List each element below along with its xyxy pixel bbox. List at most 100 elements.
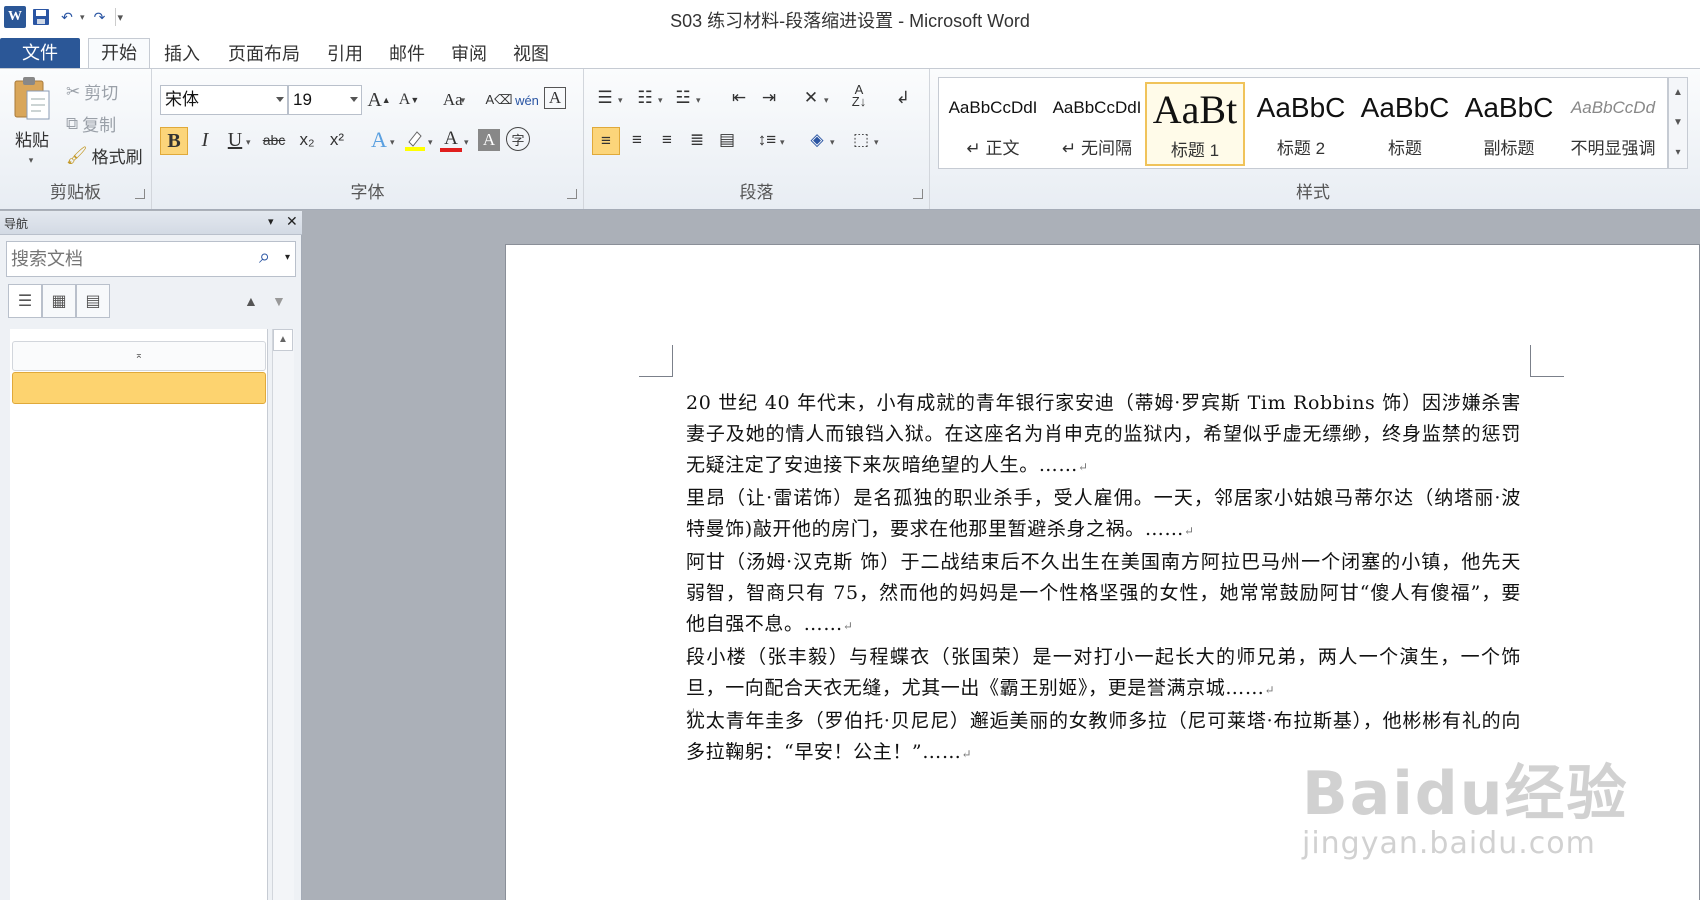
tab-page-layout[interactable]: 页面布局 (220, 40, 308, 68)
align-right-icon[interactable]: ≡ (654, 127, 680, 153)
phonetic-guide-icon[interactable]: wén (514, 87, 540, 113)
nav-pane-menu-icon[interactable]: ▾ (268, 215, 274, 228)
results-view-icon[interactable]: ▤ (76, 284, 110, 318)
font-name-combo[interactable]: 宋体 (160, 85, 288, 115)
align-center-icon[interactable]: ≡ (624, 127, 650, 153)
align-left-button[interactable]: ≡ (592, 127, 620, 155)
chinese-layout-dropdown-icon[interactable]: ▾ (824, 95, 829, 106)
cut-button[interactable]: ✂ 剪切 (66, 79, 118, 104)
clear-format-icon[interactable]: A⌫ (485, 87, 512, 113)
change-case-button[interactable]: Aa ▾ (434, 87, 474, 113)
cut-label: 剪切 (84, 84, 119, 103)
clipboard-launcher-icon[interactable] (135, 189, 145, 199)
nav-view-tabs: ☰ ▦ ▤ (8, 284, 110, 318)
gallery-more-icon[interactable]: ▾ (1669, 138, 1687, 168)
nav-document-start-item[interactable]: ⌅ (12, 341, 266, 371)
tab-insert[interactable]: 插入 (156, 40, 208, 68)
document-body[interactable]: 20 世纪 40 年代末，小有成就的青年银行家安迪（蒂姆·罗宾斯 Tim Rob… (686, 388, 1521, 770)
italic-button[interactable]: I (192, 127, 218, 153)
style-sample: AaBbCcDdI (948, 98, 1038, 117)
close-icon[interactable]: ✕ (286, 213, 298, 230)
underline-dropdown-icon[interactable]: ▾ (246, 137, 251, 148)
paragraph-text: 阿甘（汤姆·汉克斯 饰）于二战结束后不久出生在美国南方阿拉巴马州一个闭塞的小镇，… (686, 551, 1521, 635)
shading-dropdown-icon[interactable]: ▾ (830, 137, 835, 148)
tab-view[interactable]: 视图 (506, 40, 556, 68)
highlight-dropdown-icon[interactable]: ▾ (428, 137, 433, 148)
bullets-icon[interactable]: ☰ (592, 85, 618, 111)
headings-view-icon[interactable]: ☰ (8, 284, 42, 318)
text-effects-icon[interactable]: A (366, 127, 392, 153)
highlight-button[interactable] (402, 127, 428, 153)
chevron-up-icon[interactable]: ▲ (1669, 78, 1687, 108)
character-border-icon[interactable]: A (544, 87, 566, 109)
bold-button[interactable]: B (160, 127, 188, 155)
crop-mark (672, 345, 673, 377)
line-spacing-icon[interactable]: ↕≡ (754, 127, 780, 153)
underline-button[interactable]: U (222, 127, 248, 153)
tab-file[interactable]: 文件 (0, 38, 80, 68)
numbering-icon[interactable]: ☷ (632, 85, 658, 111)
styles-gallery: AaBbCcDdI ↵ 正文 AaBbCcDdI ↵ 无间隔 AaBt 标题 1… (938, 77, 1668, 169)
paste-dropdown-icon[interactable]: ▾ (6, 155, 56, 166)
tab-home[interactable]: 开始 (88, 38, 150, 68)
superscript-button[interactable]: x² (324, 127, 350, 153)
style-title[interactable]: AaBbC 标题 (1355, 82, 1455, 166)
sort-icon[interactable]: A Z↓ (846, 83, 872, 109)
decrease-indent-icon[interactable]: ⇤ (726, 85, 752, 111)
crop-mark (639, 376, 673, 377)
style-subtle-emphasis[interactable]: AaBbCcDd 不明显强调 (1563, 82, 1663, 166)
multilevel-dropdown-icon[interactable]: ▾ (696, 95, 701, 106)
font-color-dropdown-icon[interactable]: ▾ (464, 137, 469, 148)
strikethrough-button[interactable]: abc (258, 127, 290, 153)
copy-button[interactable]: ⧉ 复制 (66, 111, 116, 136)
style-normal[interactable]: AaBbCcDdI ↵ 正文 (943, 82, 1043, 166)
style-heading-2[interactable]: AaBbC 标题 2 (1251, 82, 1351, 166)
style-no-spacing[interactable]: AaBbCcDdI ↵ 无间隔 (1047, 82, 1147, 166)
next-heading-icon[interactable]: ▼ (272, 293, 286, 309)
font-launcher-icon[interactable] (567, 189, 577, 199)
shrink-font-button[interactable]: A ▼ (396, 87, 422, 113)
numbering-dropdown-icon[interactable]: ▾ (658, 95, 663, 106)
subscript-button[interactable]: x₂ (294, 127, 320, 153)
format-painter-button[interactable]: 🖌 格式刷 (66, 143, 143, 168)
paste-button[interactable]: 粘贴 ▾ (8, 75, 56, 175)
shading-icon[interactable]: ◈ (804, 127, 830, 153)
borders-dropdown-icon[interactable]: ▾ (874, 137, 879, 148)
increase-indent-icon[interactable]: ⇥ (756, 85, 782, 111)
nav-highlighted-item[interactable] (12, 372, 266, 404)
nav-scrollbar[interactable]: ▲ (272, 329, 294, 900)
style-heading-1[interactable]: AaBt 标题 1 (1145, 82, 1245, 166)
chinese-layout-icon[interactable]: ✕ (798, 85, 824, 111)
style-sample: AaBbCcDd (1570, 98, 1656, 117)
paragraph-mark: ↵ (1078, 460, 1089, 474)
tab-references[interactable]: 引用 (320, 40, 370, 68)
borders-icon[interactable]: ⬚ (848, 127, 874, 153)
style-name: ↵ 无间隔 (1062, 139, 1132, 158)
tab-mailings[interactable]: 邮件 (382, 40, 432, 68)
font-color-button[interactable]: A (438, 125, 464, 155)
grow-font-button[interactable]: A ▲ (366, 87, 392, 113)
chevron-down-icon[interactable]: ▼ (1669, 108, 1687, 138)
styles-gallery-scroll[interactable]: ▲ ▼ ▾ (1668, 77, 1688, 169)
text-effects-dropdown-icon[interactable]: ▾ (390, 137, 395, 148)
search-icon[interactable]: ⌕ (259, 246, 270, 269)
paragraph-group-label: 段落 (739, 183, 774, 202)
bullets-dropdown-icon[interactable]: ▾ (618, 95, 623, 106)
search-options-icon[interactable]: ▾ (285, 252, 290, 263)
search-input[interactable] (7, 242, 247, 276)
style-subtitle[interactable]: AaBbC 副标题 (1459, 82, 1559, 166)
previous-heading-icon[interactable]: ▲ (244, 293, 258, 309)
show-marks-icon[interactable]: ↲ (890, 85, 916, 111)
scroll-up-icon[interactable]: ▲ (273, 329, 293, 351)
font-size-combo[interactable]: 19 (288, 85, 362, 115)
thumbnails-view-icon[interactable]: ▦ (42, 284, 76, 318)
tab-review[interactable]: 审阅 (444, 40, 494, 68)
line-spacing-dropdown-icon[interactable]: ▾ (780, 137, 785, 148)
character-shading-icon[interactable]: A (478, 129, 500, 151)
paragraph-launcher-icon[interactable] (913, 189, 923, 199)
justify-icon[interactable]: ≣ (684, 127, 710, 153)
multilevel-list-icon[interactable]: ☳ (670, 85, 696, 111)
enclose-character-icon[interactable]: 字 (506, 127, 530, 151)
distributed-icon[interactable]: ▤ (714, 127, 740, 153)
paragraph-mark: ↵ (842, 619, 854, 633)
